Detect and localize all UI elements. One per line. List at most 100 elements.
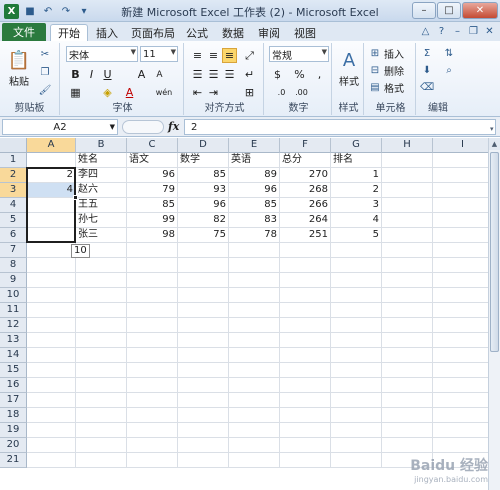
cell-h19[interactable] <box>382 423 433 438</box>
expand-formula-bar-icon[interactable]: ▾ <box>490 125 498 135</box>
cell-f20[interactable] <box>280 438 331 453</box>
cell-e19[interactable] <box>229 423 280 438</box>
cell-i16[interactable] <box>433 378 488 393</box>
cell-d20[interactable] <box>178 438 229 453</box>
cell-b8[interactable] <box>76 258 127 273</box>
cell-e1[interactable]: 英语 <box>229 153 280 168</box>
cell-i2[interactable] <box>433 168 488 183</box>
cell-e18[interactable] <box>229 408 280 423</box>
cell-h9[interactable] <box>382 273 433 288</box>
cell-c14[interactable] <box>127 348 178 363</box>
cell-g10[interactable] <box>331 288 382 303</box>
cell-c15[interactable] <box>127 363 178 378</box>
cell-d9[interactable] <box>178 273 229 288</box>
cell-f5[interactable]: 264 <box>280 213 331 228</box>
cell-f21[interactable] <box>280 453 331 468</box>
column-header-g[interactable]: G <box>331 138 382 153</box>
row-header-15[interactable]: 15 <box>0 363 27 378</box>
row-header-2[interactable]: 2 <box>0 168 27 183</box>
row-header-17[interactable]: 17 <box>0 393 27 408</box>
row-header-1[interactable]: 1 <box>0 153 27 168</box>
cell-c17[interactable] <box>127 393 178 408</box>
find-select-button[interactable]: ⌕ <box>442 63 456 78</box>
cell-b4[interactable]: 王五 <box>76 198 127 213</box>
cell-h8[interactable] <box>382 258 433 273</box>
cell-a16[interactable] <box>27 378 76 393</box>
cell-f10[interactable] <box>280 288 331 303</box>
name-box[interactable]: A2 ▼ <box>2 119 118 135</box>
workbook-minimize-icon[interactable]: – <box>451 25 464 38</box>
cell-h2[interactable] <box>382 168 433 183</box>
cell-c6[interactable]: 98 <box>127 228 178 243</box>
cell-d13[interactable] <box>178 333 229 348</box>
cell-c11[interactable] <box>127 303 178 318</box>
row-header-16[interactable]: 16 <box>0 378 27 393</box>
cell-f19[interactable] <box>280 423 331 438</box>
row-header-9[interactable]: 9 <box>0 273 27 288</box>
cell-b15[interactable] <box>76 363 127 378</box>
cell-h13[interactable] <box>382 333 433 348</box>
cell-a20[interactable] <box>27 438 76 453</box>
cell-g3[interactable]: 2 <box>331 183 382 198</box>
close-button[interactable]: ✕ <box>462 2 498 19</box>
cell-a17[interactable] <box>27 393 76 408</box>
cell-e15[interactable] <box>229 363 280 378</box>
maximize-button[interactable]: □ <box>437 2 461 19</box>
cell-h1[interactable] <box>382 153 433 168</box>
cell-e7[interactable] <box>229 243 280 258</box>
align-middle-button[interactable]: ≡ <box>206 48 221 63</box>
cell-h12[interactable] <box>382 318 433 333</box>
cell-e2[interactable]: 89 <box>229 168 280 183</box>
cell-b20[interactable] <box>76 438 127 453</box>
cell-i1[interactable] <box>433 153 488 168</box>
cell-d4[interactable]: 96 <box>178 198 229 213</box>
number-format-combo[interactable]: 常规 ▼ <box>269 46 329 62</box>
cell-g20[interactable] <box>331 438 382 453</box>
decrease-indent-button[interactable]: ⇤ <box>190 85 205 100</box>
cell-b2[interactable]: 李四 <box>76 168 127 183</box>
align-top-button[interactable]: ≡ <box>190 48 205 63</box>
tab-file[interactable]: 文件 <box>2 23 46 41</box>
select-all-button[interactable] <box>0 138 27 153</box>
tab-home[interactable]: 开始 <box>50 24 88 41</box>
cell-c19[interactable] <box>127 423 178 438</box>
phonetic-button[interactable]: wén <box>152 85 176 100</box>
cell-c4[interactable]: 85 <box>127 198 178 213</box>
cell-f4[interactable]: 266 <box>280 198 331 213</box>
column-header-d[interactable]: D <box>178 138 229 153</box>
cell-g14[interactable] <box>331 348 382 363</box>
cell-e12[interactable] <box>229 318 280 333</box>
cell-a11[interactable] <box>27 303 76 318</box>
cell-a21[interactable] <box>27 453 76 468</box>
decrease-decimal-button[interactable]: .00 <box>294 85 309 100</box>
cell-a2[interactable]: 2 <box>27 168 76 183</box>
merge-center-button[interactable]: ⊞ <box>242 85 257 100</box>
cell-b5[interactable]: 孙七 <box>76 213 127 228</box>
cell-f2[interactable]: 270 <box>280 168 331 183</box>
cell-f7[interactable] <box>280 243 331 258</box>
format-cells-button[interactable]: ▤ 格式 <box>368 80 404 95</box>
cell-g11[interactable] <box>331 303 382 318</box>
fill-handle[interactable] <box>73 195 78 200</box>
fill-color-button[interactable]: ◈ <box>100 85 115 100</box>
cell-g2[interactable]: 1 <box>331 168 382 183</box>
cell-a12[interactable] <box>27 318 76 333</box>
cell-b19[interactable] <box>76 423 127 438</box>
formula-bar-resize-handle[interactable] <box>122 120 164 134</box>
cell-b11[interactable] <box>76 303 127 318</box>
row-header-7[interactable]: 7 <box>0 243 27 258</box>
align-left-button[interactable]: ☰ <box>190 67 205 82</box>
tab-data[interactable]: 数据 <box>218 24 248 41</box>
cell-d17[interactable] <box>178 393 229 408</box>
row-header-11[interactable]: 11 <box>0 303 27 318</box>
cell-f3[interactable]: 268 <box>280 183 331 198</box>
cell-f14[interactable] <box>280 348 331 363</box>
row-header-18[interactable]: 18 <box>0 408 27 423</box>
cell-d11[interactable] <box>178 303 229 318</box>
scroll-thumb[interactable] <box>490 152 499 352</box>
cell-c21[interactable] <box>127 453 178 468</box>
cell-f15[interactable] <box>280 363 331 378</box>
align-center-button[interactable]: ☰ <box>206 67 221 82</box>
cell-i14[interactable] <box>433 348 488 363</box>
cell-g21[interactable] <box>331 453 382 468</box>
